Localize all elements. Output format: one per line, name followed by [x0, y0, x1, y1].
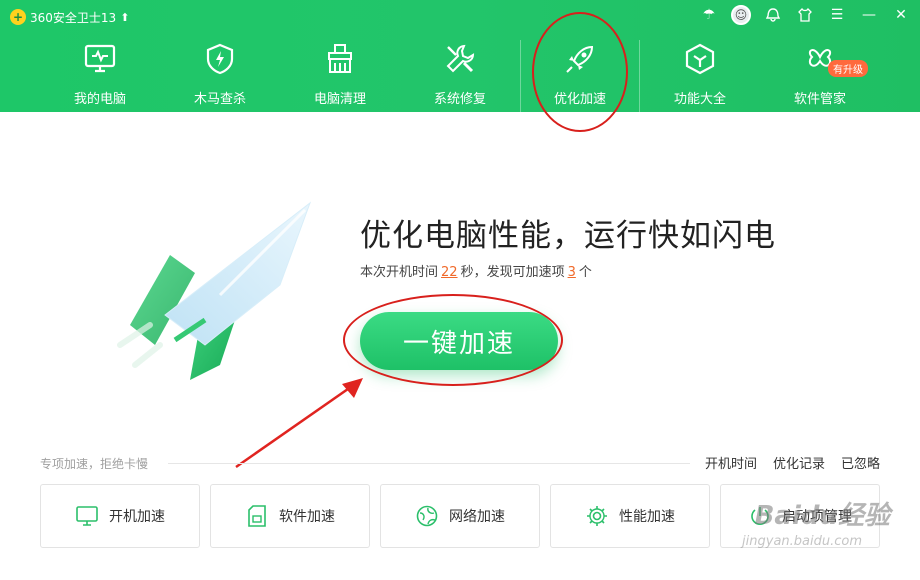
nav-label: 电脑清理 — [313, 92, 366, 107]
card-label: 性能加速 — [619, 509, 675, 525]
baidu-watermark-url: jingyan.baidu.com — [742, 534, 862, 549]
wrench-icon — [443, 42, 477, 76]
nav-label: 木马查杀 — [193, 92, 246, 107]
window-controls: ☂ ☺ ☰ — ✕ — [698, 4, 912, 26]
nav-system-repair[interactable]: 系统修复 — [400, 40, 520, 112]
card-label: 网络加速 — [449, 509, 505, 525]
nav-software-manager[interactable]: 有升级 软件管家 — [760, 40, 880, 112]
cube-icon — [683, 42, 717, 76]
avatar-button[interactable]: ☺ — [730, 4, 752, 26]
nav-my-computer[interactable]: 我的电脑 — [40, 40, 160, 112]
nav-label: 我的电脑 — [73, 92, 126, 107]
nav-optimize-speed[interactable]: 优化加速 — [520, 40, 640, 112]
avatar: ☺ — [731, 5, 751, 25]
shield-icon — [203, 42, 237, 76]
hero-subtitle: 本次开机时间 22 秒，发现可加速项 3 个 — [360, 261, 592, 280]
main-nav: 我的电脑 木马查杀 电脑清理 系统修复 优化加速 功能大全 有升级 软件管家 — [40, 40, 880, 112]
globe-icon — [415, 504, 439, 528]
skin-icon[interactable] — [794, 4, 816, 26]
close-icon[interactable]: ✕ — [890, 4, 912, 26]
card-performance-speedup[interactable]: 性能加速 — [550, 484, 710, 548]
items-count[interactable]: 3 — [568, 265, 576, 280]
nav-label: 系统修复 — [433, 92, 486, 107]
section-label: 专项加速，拒绝卡慢 — [40, 457, 149, 471]
top-bar: + 360安全卫士13 ⬆ ☂ ☺ ☰ — ✕ 我的电脑 木马查杀 电脑清理 系… — [0, 0, 920, 112]
nav-trojan-scan[interactable]: 木马查杀 — [160, 40, 280, 112]
up-arrow-icon[interactable]: ⬆ — [120, 11, 129, 24]
sub-mid: 秒，发现可加速项 — [460, 265, 565, 280]
nav-label: 优化加速 — [553, 92, 606, 107]
boot-time-link[interactable]: 开机时间 — [705, 453, 757, 472]
sub-suffix: 个 — [578, 265, 592, 280]
nav-all-features[interactable]: 功能大全 — [640, 40, 760, 112]
card-label: 软件加速 — [279, 509, 335, 525]
baidu-watermark: Baidu经验 — [754, 501, 890, 531]
umbrella-icon[interactable]: ☂ — [698, 4, 720, 26]
rocket-illustration — [117, 201, 312, 380]
nav-label: 功能大全 — [673, 92, 726, 107]
notification-icon[interactable] — [762, 4, 784, 26]
hero-title: 优化电脑性能，运行快如闪电 — [360, 218, 776, 254]
monitor-icon — [83, 42, 117, 76]
broom-icon — [323, 42, 357, 76]
section-divider — [168, 463, 690, 464]
app-title: 360安全卫士13 — [30, 10, 117, 25]
app-logo: + — [10, 9, 26, 25]
one-click-speedup-button[interactable]: 一键加速 — [360, 312, 558, 370]
card-label: 开机加速 — [109, 509, 165, 525]
app-title-area: + 360安全卫士13 ⬆ — [10, 8, 129, 26]
nav-cleanup[interactable]: 电脑清理 — [280, 40, 400, 112]
card-boot-speedup[interactable]: 开机加速 — [40, 484, 200, 548]
minimize-icon[interactable]: — — [858, 4, 880, 26]
annotation-arrow — [235, 378, 363, 469]
monitor-icon — [75, 504, 99, 528]
card-network-speedup[interactable]: 网络加速 — [380, 484, 540, 548]
gear-icon — [585, 504, 609, 528]
ignored-link[interactable]: 已忽略 — [841, 453, 880, 472]
section-links: 开机时间 优化记录 已忽略 — [705, 453, 880, 472]
card-software-speedup[interactable]: 软件加速 — [210, 484, 370, 548]
optimize-history-link[interactable]: 优化记录 — [773, 453, 825, 472]
sd-card-icon — [245, 504, 269, 528]
boot-seconds[interactable]: 22 — [441, 265, 458, 280]
sub-prefix: 本次开机时间 — [360, 265, 439, 280]
nav-label: 软件管家 — [793, 92, 846, 107]
update-badge: 有升级 — [828, 60, 868, 77]
rocket-icon — [563, 42, 597, 76]
menu-icon[interactable]: ☰ — [826, 4, 848, 26]
